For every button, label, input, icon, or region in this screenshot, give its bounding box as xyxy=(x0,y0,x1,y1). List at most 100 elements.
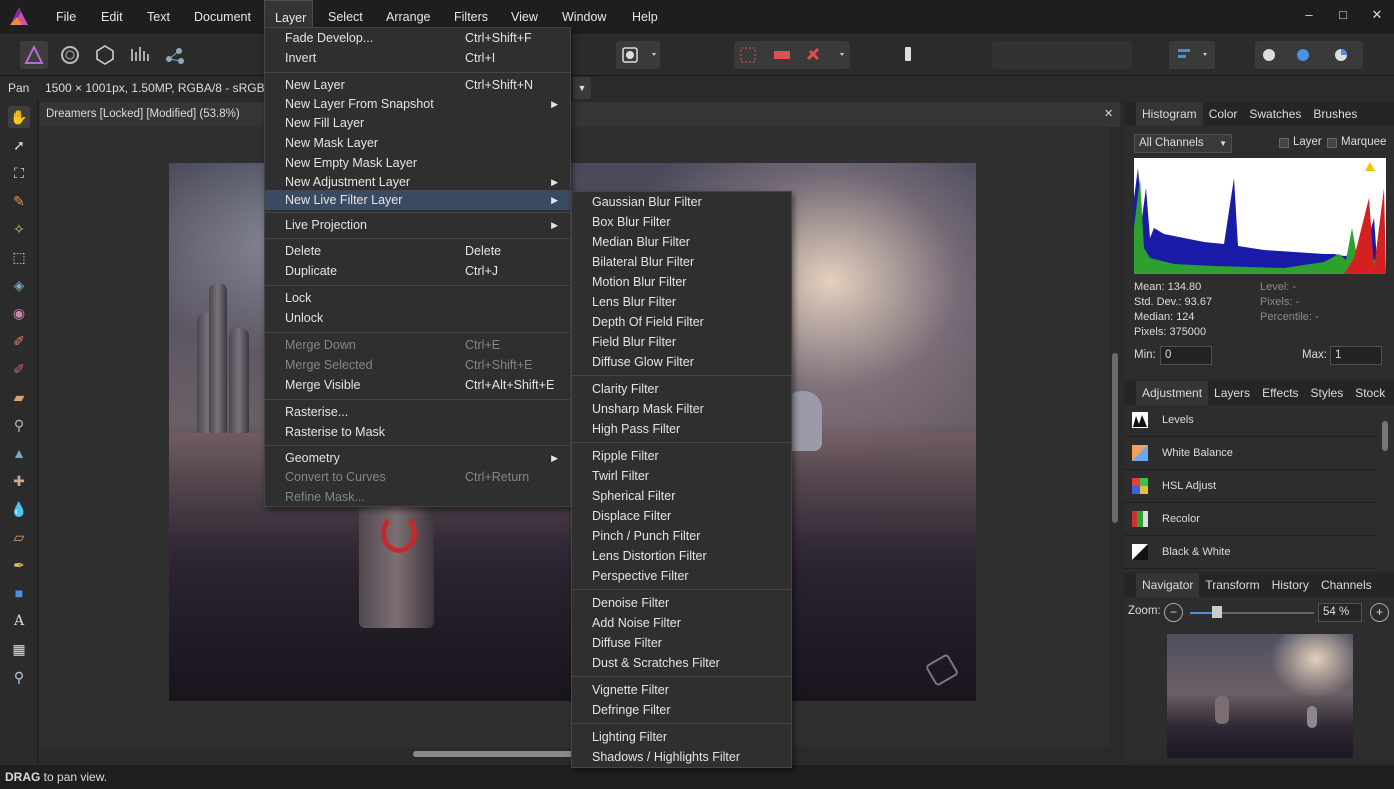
tab-effects[interactable]: Effects xyxy=(1256,381,1304,405)
filter-clarity[interactable]: Clarity Filter xyxy=(572,379,791,399)
vertical-scrollbar[interactable] xyxy=(1110,127,1122,747)
filter-lens-blur[interactable]: Lens Blur Filter xyxy=(572,292,791,312)
filter-diffuse[interactable]: Diffuse Filter xyxy=(572,633,791,653)
tab-adjustment[interactable]: Adjustment xyxy=(1136,381,1209,405)
magic-wand-icon[interactable]: ✧ xyxy=(8,218,30,240)
filter-ripple[interactable]: Ripple Filter xyxy=(572,446,791,466)
filter-dust-scratches[interactable]: Dust & Scratches Filter xyxy=(572,653,791,673)
marquee-tool-icon[interactable]: ⬚ xyxy=(8,246,30,268)
adjustment-recolor[interactable]: Recolor xyxy=(1124,503,1376,536)
filter-vignette[interactable]: Vignette Filter xyxy=(572,680,791,700)
tab-styles[interactable]: Styles xyxy=(1305,381,1350,405)
menu-item-merge-selected[interactable]: Merge Selected Ctrl+Shift+E xyxy=(265,355,570,375)
channel-select[interactable]: All Channels ▼ xyxy=(1134,134,1232,153)
navigator-preview[interactable] xyxy=(1167,634,1353,758)
tab-swatches[interactable]: Swatches xyxy=(1243,102,1307,126)
menu-item-new-mask-layer[interactable]: New Mask Layer xyxy=(265,133,570,153)
filter-gaussian-blur[interactable]: Gaussian Blur Filter xyxy=(572,192,791,212)
tab-channels[interactable]: Channels xyxy=(1315,573,1378,597)
adjustment-levels[interactable]: Levels xyxy=(1124,404,1376,437)
selection-brush-icon[interactable]: ✎ xyxy=(8,190,30,212)
tab-histogram[interactable]: Histogram xyxy=(1136,102,1203,126)
menu-item-merge-down[interactable]: Merge Down Ctrl+E xyxy=(265,335,570,355)
filter-perspective[interactable]: Perspective Filter xyxy=(572,566,791,586)
tab-transform[interactable]: Transform xyxy=(1199,573,1265,597)
menu-item-live-projection[interactable]: Live Projection ▶ xyxy=(265,215,570,235)
close-document-icon[interactable]: ✕ xyxy=(1104,107,1113,120)
filter-pinch-punch[interactable]: Pinch / Punch Filter xyxy=(572,526,791,546)
menu-item-lock[interactable]: Lock xyxy=(265,288,570,308)
healing-brush-icon[interactable]: ✚ xyxy=(8,470,30,492)
zoom-in-button[interactable]: + xyxy=(1370,603,1389,622)
tab-brushes[interactable]: Brushes xyxy=(1307,102,1363,126)
menu-item-fade-develop[interactable]: Fade Develop... Ctrl+Shift+F xyxy=(265,28,570,48)
filter-lens-distortion[interactable]: Lens Distortion Filter xyxy=(572,546,791,566)
menu-item-convert-to-curves[interactable]: Convert to Curves Ctrl+Return xyxy=(265,467,570,487)
move-tool-icon[interactable]: ➚ xyxy=(8,134,30,156)
menu-item-unlock[interactable]: Unlock xyxy=(265,308,570,328)
adjustment-black-white[interactable]: Black & White xyxy=(1124,536,1376,569)
filter-field-blur[interactable]: Field Blur Filter xyxy=(572,332,791,352)
paint-brush-icon[interactable]: ✐ xyxy=(8,330,30,352)
filter-unsharp-mask[interactable]: Unsharp Mask Filter xyxy=(572,399,791,419)
pan-tool-icon[interactable]: ✋ xyxy=(8,106,30,128)
filter-add-noise[interactable]: Add Noise Filter xyxy=(572,613,791,633)
crop-tool-icon[interactable]: ⛶ xyxy=(8,162,30,184)
doc-info-dropdown-icon[interactable]: ▼ xyxy=(573,77,591,99)
color-replace-brush-icon[interactable]: ✐ xyxy=(8,358,30,380)
zoom-slider-handle[interactable] xyxy=(1212,606,1222,618)
photo-persona-icon[interactable] xyxy=(20,41,48,69)
tone-mapping-persona-icon[interactable] xyxy=(126,41,154,69)
menu-item-new-fill-layer[interactable]: New Fill Layer xyxy=(265,113,570,133)
filter-defringe[interactable]: Defringe Filter xyxy=(572,700,791,720)
export-persona-icon[interactable] xyxy=(161,41,189,69)
filter-spherical[interactable]: Spherical Filter xyxy=(572,486,791,506)
rectangle-tool-icon[interactable]: ■ xyxy=(8,582,30,604)
clone-tool-icon[interactable]: ▲ xyxy=(8,442,30,464)
menu-item-new-empty-mask-layer[interactable]: New Empty Mask Layer xyxy=(265,153,570,173)
tab-layers[interactable]: Layers xyxy=(1208,381,1256,405)
min-input[interactable]: 0 xyxy=(1160,346,1212,365)
menu-item-new-layer-from-snapshot[interactable]: New Layer From Snapshot ▶ xyxy=(265,94,570,114)
tab-color[interactable]: Color xyxy=(1203,102,1244,126)
menu-item-invert[interactable]: Invert Ctrl+I xyxy=(265,48,570,68)
menu-item-refine-mask[interactable]: Refine Mask... xyxy=(265,487,570,507)
patch-tool-icon[interactable]: ▱ xyxy=(8,526,30,548)
close-button[interactable]: ✕ xyxy=(1360,0,1394,30)
filter-bilateral-blur[interactable]: Bilateral Blur Filter xyxy=(572,252,791,272)
menu-item-rasterise-to-mask[interactable]: Rasterise to Mask xyxy=(265,422,570,442)
gradient-tool-icon[interactable]: ◉ xyxy=(8,302,30,324)
mesh-warp-icon[interactable]: ▦ xyxy=(8,638,30,660)
filter-box-blur[interactable]: Box Blur Filter xyxy=(572,212,791,232)
liquify-persona-icon[interactable] xyxy=(56,41,84,69)
tab-navigator[interactable]: Navigator xyxy=(1136,573,1200,597)
filter-twirl[interactable]: Twirl Filter xyxy=(572,466,791,486)
alignment-dropdown[interactable] xyxy=(1169,41,1215,69)
dodge-tool-icon[interactable]: ⚲ xyxy=(8,414,30,436)
filter-depth-of-field[interactable]: Depth Of Field Filter xyxy=(572,312,791,332)
zoom-out-button[interactable]: − xyxy=(1164,603,1183,622)
adjustment-hsl[interactable]: HSL Adjust xyxy=(1124,470,1376,503)
document-tab[interactable]: Dreamers [Locked] [Modified] (53.8%) ✕ xyxy=(40,102,1120,127)
filter-diffuse-glow[interactable]: Diffuse Glow Filter xyxy=(572,352,791,372)
minimize-button[interactable]: – xyxy=(1292,0,1326,30)
menu-item-new-adjustment-layer[interactable]: New Adjustment Layer ▶ xyxy=(265,172,570,192)
affinity-photo-logo[interactable] xyxy=(8,5,30,27)
tab-stock[interactable]: Stock xyxy=(1349,381,1391,405)
brush-tip-icon[interactable] xyxy=(894,41,922,69)
menu-item-geometry[interactable]: Geometry ▶ xyxy=(265,448,570,468)
menu-item-delete[interactable]: Delete Delete xyxy=(265,241,570,261)
zoom-value[interactable]: 54 % xyxy=(1318,603,1362,622)
flood-fill-icon[interactable]: ◈ xyxy=(8,274,30,296)
menu-file[interactable]: File xyxy=(46,0,86,34)
menu-item-merge-visible[interactable]: Merge Visible Ctrl+Alt+Shift+E xyxy=(265,375,570,395)
max-input[interactable]: 1 xyxy=(1330,346,1382,365)
filter-denoise[interactable]: Denoise Filter xyxy=(572,593,791,613)
menu-item-rasterise[interactable]: Rasterise... xyxy=(265,402,570,422)
text-tool-icon[interactable]: A xyxy=(8,610,30,632)
filter-shadows-highlights[interactable]: Shadows / Highlights Filter xyxy=(572,747,791,767)
filter-high-pass[interactable]: High Pass Filter xyxy=(572,419,791,439)
blur-brush-icon[interactable]: 💧 xyxy=(8,498,30,520)
develop-persona-icon[interactable] xyxy=(91,41,119,69)
pen-tool-icon[interactable]: ✒ xyxy=(8,554,30,576)
